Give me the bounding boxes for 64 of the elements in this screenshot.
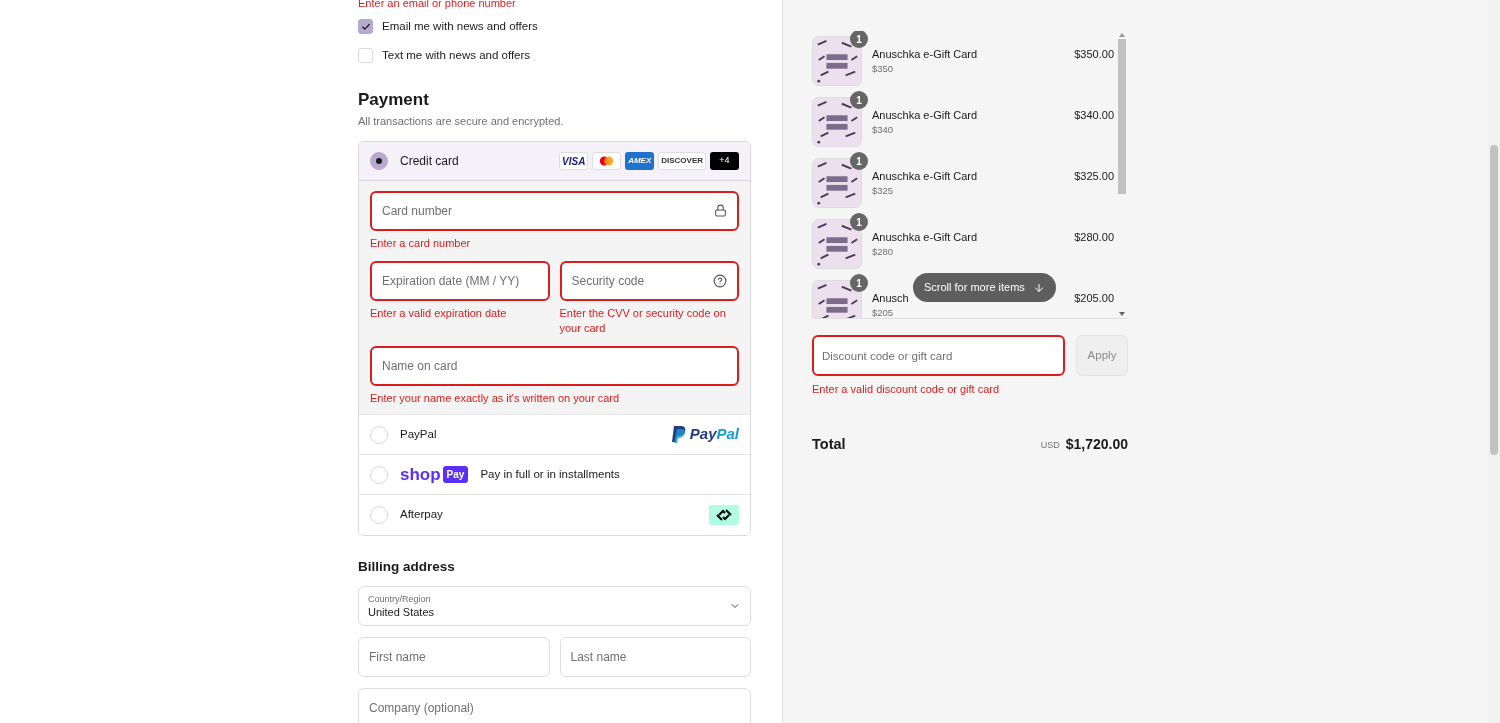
quantity-badge: 1: [850, 213, 868, 231]
checkbox-label: Email me with news and offers: [382, 19, 538, 34]
radio-button[interactable]: [370, 465, 388, 484]
product-title: Anusch: [872, 291, 910, 305]
checkbox[interactable]: [358, 19, 373, 35]
scroll-hint-pill[interactable]: Scroll for more items: [913, 273, 1056, 302]
scrollbar-thumb[interactable]: [1118, 39, 1126, 194]
mastercard-logo: [592, 152, 622, 170]
scrollbar-thumb[interactable]: [1490, 145, 1498, 455]
quantity-badge: 1: [850, 91, 868, 109]
section-title: Billing address: [358, 558, 456, 576]
product-title: Anuschka e-Gift Card: [872, 108, 979, 122]
checkbox-label: Text me with news and offers: [382, 48, 531, 64]
product-price: $325.00: [1074, 169, 1114, 183]
help-icon: [713, 274, 727, 288]
error-message: Enter a valid discount code or gift card: [812, 382, 1001, 397]
product-title: Anuschka e-Gift Card: [872, 169, 979, 183]
product-price: $205.00: [1074, 291, 1114, 305]
quantity-badge: 1: [850, 274, 868, 292]
product-price: $350.00: [1074, 47, 1114, 61]
currency-code: USD: [1040, 438, 1060, 452]
section-title: Payment: [358, 89, 430, 110]
error-message: Enter a valid expiration date: [370, 306, 508, 321]
quantity-badge: 1: [850, 31, 868, 48]
error-message: Enter an email or phone number: [358, 0, 517, 9]
section-subtitle: All transactions are secure and encrypted.: [358, 113, 565, 129]
error-message: Enter the CVV or security code on your card: [559, 306, 727, 336]
radio-button[interactable]: [370, 425, 388, 444]
payment-option[interactable]: Credit card VISA AMEX DISCOVER +4: [359, 142, 750, 181]
total-label: Total: [812, 434, 847, 454]
check-icon: [360, 21, 371, 32]
country-select[interactable]: Country/Region United States: [358, 586, 751, 627]
lock-icon: [714, 204, 727, 217]
total-amount: $1,720.00: [1065, 434, 1128, 454]
product-title: Anuschka e-Gift Card: [872, 47, 979, 61]
radio-button[interactable]: [370, 506, 388, 524]
product-price: $280.00: [1074, 230, 1114, 244]
discount-field[interactable]: Discount code or gift card: [812, 335, 1065, 376]
product-price: $340.00: [1074, 108, 1114, 122]
product-variant: $350: [872, 62, 895, 76]
card-brand-logo: VISA: [559, 152, 589, 170]
checkbox[interactable]: [358, 48, 373, 64]
input-field[interactable]: Expiration date (MM / YY): [370, 261, 550, 301]
input-field[interactable]: Card number: [370, 191, 739, 231]
product-title: Anuschka e-Gift Card: [872, 230, 979, 244]
product-variant: $280: [872, 245, 895, 259]
card-brand-logo: DISCOVER: [658, 152, 706, 170]
product-variant: $325: [872, 184, 895, 198]
scroll-down-arrow-icon[interactable]: [1119, 310, 1125, 318]
card-brand-logo: AMEX: [625, 152, 655, 170]
shop-pay-logo: shop Pay: [400, 466, 469, 483]
radio-button[interactable]: [370, 152, 388, 170]
input-field[interactable]: Security code: [559, 261, 739, 301]
afterpay-logo: [709, 505, 739, 525]
input-field[interactable]: Name on card: [370, 346, 739, 386]
product-variant: $340: [872, 123, 895, 137]
arrow-down-icon: [1032, 281, 1045, 294]
product-variant: $205: [872, 306, 895, 318]
error-message: Enter your name exactly as it's written on your card: [370, 391, 621, 406]
card-brand-logo: +4: [710, 152, 739, 170]
scroll-up-arrow-icon[interactable]: [1119, 31, 1125, 39]
quantity-badge: 1: [850, 152, 868, 170]
error-message: Enter a card number: [370, 236, 472, 251]
paypal-logo: PayPal: [671, 423, 739, 446]
